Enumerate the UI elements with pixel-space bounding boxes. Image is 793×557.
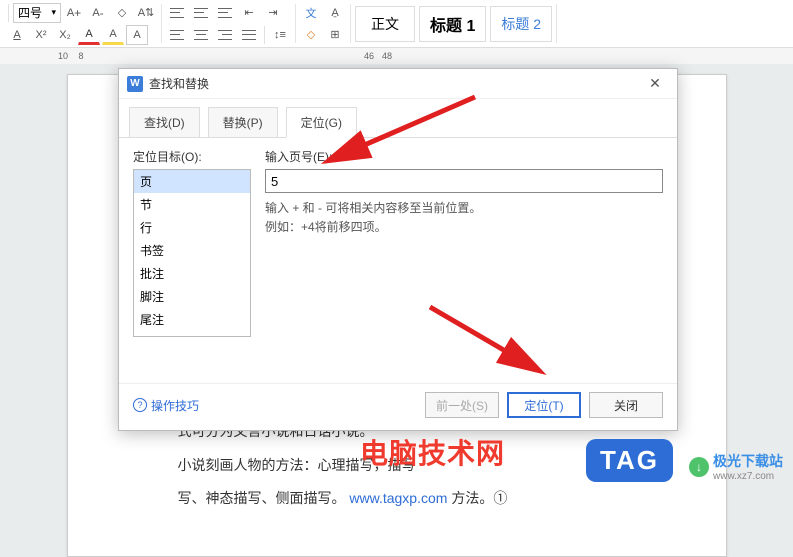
formatting-toolbar: 四号 ▾ A+ A- ◇ A⇅ A X² X₂ A A A ⇤ ⇥ xyxy=(0,0,793,48)
goto-target-label: 定位目标(O): xyxy=(133,148,251,165)
clear-format-button[interactable]: ◇ xyxy=(111,3,133,23)
goto-target-listbox[interactable]: 页 节 行 书签 批注 脚注 尾注 域 xyxy=(133,169,251,337)
tab-find[interactable]: 查找(D) xyxy=(129,107,200,137)
doc-text-line: 写、神态描写、侧面描写。 www.tagxp.com 方法。① xyxy=(178,482,616,516)
change-case-button[interactable]: A⇅ xyxy=(135,3,157,23)
style-heading2[interactable]: 标题 2 xyxy=(490,6,552,42)
page-number-input[interactable] xyxy=(265,169,663,193)
superscript-button[interactable]: X² xyxy=(30,25,52,45)
ruby-button[interactable]: A̱ xyxy=(324,3,346,23)
horizontal-ruler: 108 46 48 xyxy=(0,48,793,64)
shrink-font-button[interactable]: A- xyxy=(87,3,109,23)
highlight-button[interactable]: A xyxy=(102,25,124,45)
list-item[interactable]: 行 xyxy=(134,216,250,239)
close-button[interactable]: 关闭 xyxy=(589,392,663,418)
grow-font-button[interactable]: A+ xyxy=(63,3,85,23)
previous-button[interactable]: 前一处(S) xyxy=(425,392,499,418)
list-item[interactable]: 批注 xyxy=(134,262,250,285)
list-item[interactable]: 脚注 xyxy=(134,285,250,308)
list-item[interactable]: 页 xyxy=(134,170,250,193)
increase-indent-button[interactable]: ⇥ xyxy=(262,3,284,23)
list-item[interactable]: 尾注 xyxy=(134,308,250,331)
style-normal[interactable]: 正文 xyxy=(355,6,415,42)
tab-replace[interactable]: 替换(P) xyxy=(208,107,278,137)
close-icon[interactable]: ✕ xyxy=(641,70,669,98)
line-spacing-button[interactable]: ↕≡ xyxy=(269,25,291,45)
goto-button[interactable]: 定位(T) xyxy=(507,392,581,418)
align-left-button[interactable] xyxy=(166,25,188,45)
text-direction-button[interactable]: 文 xyxy=(300,3,322,23)
multilevel-list-button[interactable] xyxy=(214,3,236,23)
align-right-button[interactable] xyxy=(214,25,236,45)
tag-badge: TAG xyxy=(586,439,673,482)
subscript-button[interactable]: X₂ xyxy=(54,25,76,45)
list-item[interactable]: 域 xyxy=(134,331,250,337)
dialog-title: 查找和替换 xyxy=(149,75,641,92)
shading-button[interactable]: A xyxy=(126,25,148,45)
underline-button[interactable]: A xyxy=(6,25,28,45)
borders-button[interactable]: ⊞ xyxy=(324,25,346,45)
download-site-badge: 极光下载站 www.xz7.com xyxy=(689,451,783,482)
annotation-arrow-icon xyxy=(320,92,480,172)
bullets-button[interactable] xyxy=(166,3,188,23)
font-size-dropdown[interactable]: 四号 ▾ xyxy=(13,3,61,23)
download-icon xyxy=(689,457,709,477)
fill-color-button[interactable]: ◇ xyxy=(300,25,322,45)
tips-link[interactable]: ? 操作技巧 xyxy=(133,397,417,414)
hint-text: 输入 + 和 - 可将相关内容移至当前位置。 例如：+4将前移四项。 xyxy=(265,199,663,237)
font-color-button[interactable]: A xyxy=(78,25,100,45)
watermark-text: 电脑技术网 xyxy=(360,432,505,472)
style-heading1[interactable]: 标题 1 xyxy=(419,6,486,42)
info-icon: ? xyxy=(133,398,147,412)
align-justify-button[interactable] xyxy=(238,25,260,45)
decrease-indent-button[interactable]: ⇤ xyxy=(238,3,260,23)
align-center-button[interactable] xyxy=(190,25,212,45)
list-item[interactable]: 节 xyxy=(134,193,250,216)
app-icon: W xyxy=(127,76,143,92)
annotation-arrow-icon xyxy=(420,302,560,382)
numbering-button[interactable] xyxy=(190,3,212,23)
list-item[interactable]: 书签 xyxy=(134,239,250,262)
